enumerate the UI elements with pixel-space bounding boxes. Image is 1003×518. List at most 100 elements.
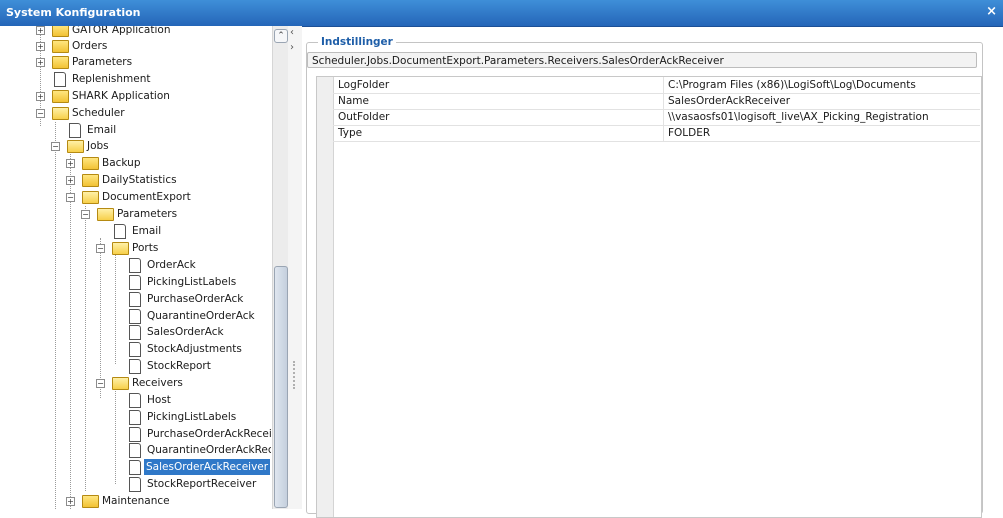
document-icon [129,460,141,475]
collapse-icon[interactable]: − [36,109,45,118]
property-value[interactable]: C:\Program Files (x86)\LogiSoft\Log\Docu… [668,77,916,93]
property-row[interactable]: Name SalesOrderAckReceiver [333,93,980,110]
close-icon[interactable]: × [986,4,997,19]
tree-node[interactable]: PurchaseOrderAckReceiv [111,426,271,442]
tree-node-label: QuarantineOrderAckRece [147,444,271,456]
config-tree[interactable]: + GATOR Application + Orders + Parameter… [0,26,289,509]
property-row[interactable]: OutFolder \\vasaosfs01\logisoft_live\AX_… [333,109,980,126]
collapse-icon[interactable]: − [66,193,75,202]
folder-icon [52,40,69,53]
expand-icon[interactable]: + [66,159,75,168]
tree-node-label: DailyStatistics [102,174,177,186]
tree-node[interactable]: + SHARK Application [36,88,266,104]
open-folder-icon [112,377,129,390]
open-folder-icon [97,208,114,221]
panel-splitter[interactable]: ‹ › [288,26,302,509]
tree-node[interactable]: + Backup [66,155,256,171]
tree-node-label: Maintenance [102,495,170,507]
settings-grid: LogFolder C:\Program Files (x86)\LogiSof… [316,76,982,518]
collapse-icon[interactable]: − [51,142,60,151]
document-icon [114,224,126,239]
document-icon [129,342,141,357]
tree-node-label: Email [132,225,162,237]
collapse-icon[interactable]: − [96,244,105,253]
property-row[interactable]: Type FOLDER [333,125,980,142]
tree-node[interactable]: QuarantineOrderAck [111,308,271,324]
tree-node[interactable]: Host [111,392,271,408]
open-folder-icon [67,140,84,153]
folder-icon [52,90,69,103]
expand-icon[interactable]: + [36,58,45,67]
document-icon [129,309,141,324]
tree-node-label: GATOR Application [72,26,171,36]
tree-node[interactable]: − Scheduler [36,105,266,121]
expand-icon[interactable]: + [36,42,45,51]
tree-node[interactable]: + GATOR Application [36,26,266,38]
tree-node-label: DocumentExport [102,191,191,203]
row-header-strip [317,77,334,517]
tree-node-label: Backup [102,157,141,169]
document-icon [129,258,141,273]
property-key: Type [338,127,363,139]
tree-node[interactable]: QuarantineOrderAckRece [111,442,271,458]
expand-icon[interactable]: + [66,497,75,506]
window-title: System Konfiguration [6,6,141,19]
tree-node[interactable]: − Jobs [51,138,251,154]
open-folder-icon [52,107,69,120]
tree-node[interactable]: StockReportReceiver [111,476,271,492]
tree-node[interactable]: − Ports [96,240,266,256]
property-value[interactable]: \\vasaosfs01\logisoft_live\AX_Picking_Re… [668,109,929,125]
document-icon [129,427,141,442]
tree-node-label: PurchaseOrderAck [147,293,244,305]
tree-node[interactable]: Email [96,223,266,239]
tree-node[interactable]: SalesOrderAck [111,324,271,340]
tree-scrollbar[interactable]: ⌃ [272,26,288,509]
tree-node[interactable]: StockAdjustments [111,341,271,357]
document-icon [129,275,141,290]
tree-node-label: Email [87,124,117,136]
tree-node-selected[interactable]: SalesOrderAckReceiver [111,459,271,475]
tree-node[interactable]: + Maintenance [66,493,256,509]
collapse-left-icon[interactable]: ‹ [290,27,294,38]
expand-right-icon[interactable]: › [290,42,294,53]
property-key: OutFolder [338,111,390,123]
tree-node-label: QuarantineOrderAck [147,310,255,322]
scroll-thumb[interactable] [274,266,288,508]
tree-node-label: StockAdjustments [147,343,242,355]
property-value[interactable]: FOLDER [668,125,710,141]
property-row[interactable]: LogFolder C:\Program Files (x86)\LogiSof… [333,77,980,94]
property-key: LogFolder [338,79,390,91]
tree-node[interactable]: PickingListLabels [111,409,271,425]
folder-icon [82,157,99,170]
tree-node-label: PickingListLabels [147,411,237,423]
tree-node-label: SalesOrderAckReceiver [144,459,271,475]
expand-icon[interactable]: + [36,26,45,35]
tree-node[interactable]: PickingListLabels [111,274,271,290]
tree-node[interactable]: − Receivers [96,375,266,391]
expand-icon[interactable]: + [66,176,75,185]
collapse-icon[interactable]: − [96,379,105,388]
tree-node[interactable]: PurchaseOrderAck [111,291,271,307]
collapse-icon[interactable]: − [81,210,90,219]
tree-node[interactable]: − Parameters [81,206,261,222]
tree-node[interactable]: + Orders [36,38,266,54]
document-icon [129,359,141,374]
tree-node[interactable]: Replenishment [36,71,266,87]
tree-node-label: SHARK Application [72,90,170,102]
tree-node[interactable]: + DailyStatistics [66,172,256,188]
settings-group-title: Indstillinger [318,36,396,48]
document-icon [54,72,66,87]
tree-node[interactable]: + Parameters [36,54,266,70]
tree-node[interactable]: StockReport [111,358,271,374]
expand-icon[interactable]: + [36,92,45,101]
splitter-grip[interactable] [293,361,297,389]
tree-node[interactable]: − DocumentExport [66,189,256,205]
tree-node-label: StockReport [147,360,211,372]
property-value[interactable]: SalesOrderAckReceiver [668,93,790,109]
folder-icon [52,26,69,37]
tree-node-label: Replenishment [72,73,151,85]
tree-node[interactable]: OrderAck [111,257,271,273]
scroll-up-icon[interactable]: ⌃ [274,29,288,43]
tree-node[interactable]: Email [51,122,251,138]
title-bar: System Konfiguration × [0,0,1003,27]
